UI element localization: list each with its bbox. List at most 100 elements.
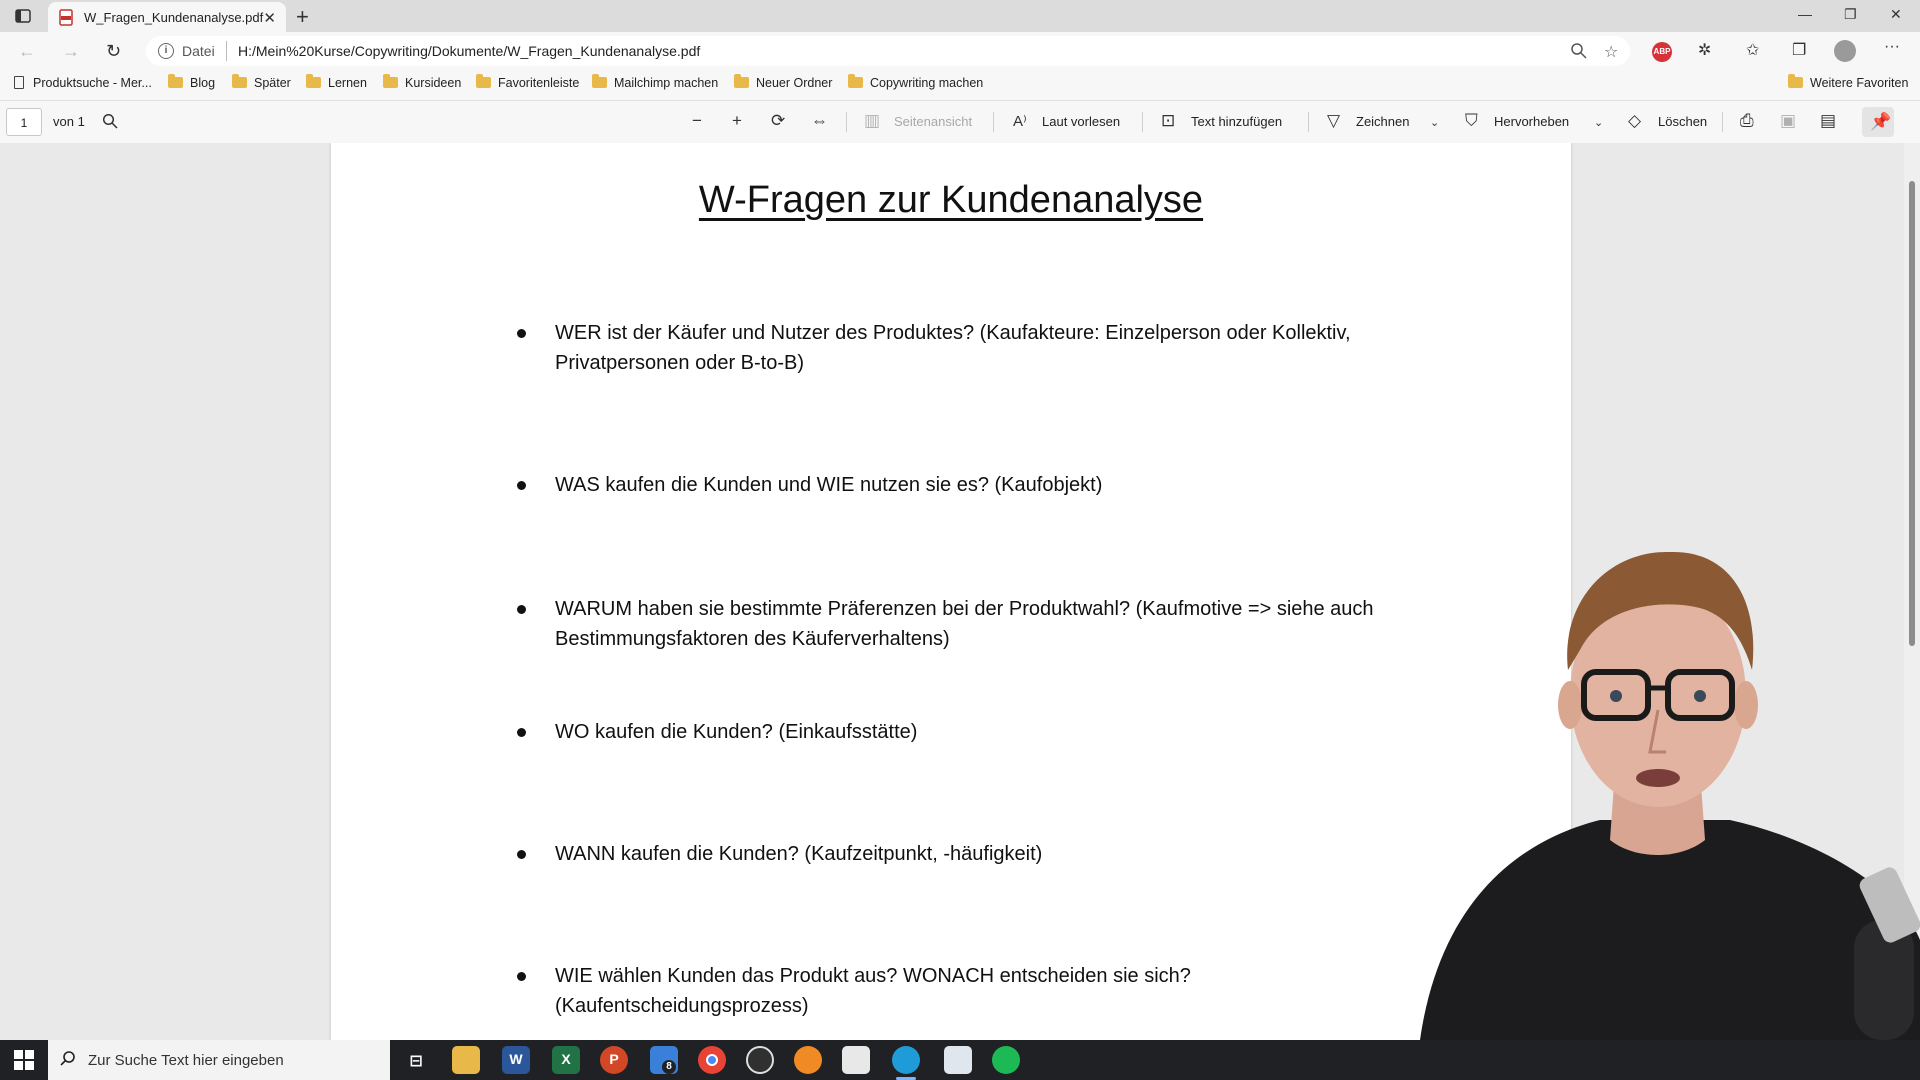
read-aloud-icon: A⁾ (1013, 113, 1027, 130)
favorites-bar: Produktsuche - Mer... Blog Später Lernen… (0, 70, 1920, 101)
save-as-icon[interactable]: ▤ (1820, 111, 1836, 131)
draw-button[interactable]: Zeichnen (1356, 114, 1409, 129)
tab-title: W_Fragen_Kundenanalyse.pdf (84, 10, 264, 25)
task-view-icon[interactable]: ⊟ (402, 1046, 430, 1074)
pdf-page: W-Fragen zur Kundenanalyse WER ist der K… (331, 143, 1571, 1040)
folder-icon (848, 74, 863, 88)
bullet-icon (517, 605, 526, 614)
app-notes-icon[interactable] (944, 1046, 972, 1074)
fit-width-icon[interactable]: ⇔ (811, 111, 828, 131)
highlight-dropdown-chevron-icon[interactable]: ⌄ (1594, 116, 1603, 129)
pdf-toolbar: 1 von 1 − + ⟳ ⇔ ▥ Seitenansicht A⁾ Laut … (0, 101, 1920, 144)
favorite-star-icon[interactable]: ☆ (1604, 42, 1618, 62)
tab-actions-icon[interactable] (14, 7, 32, 25)
close-window-button[interactable]: ✕ (1890, 6, 1902, 23)
folder-icon (383, 74, 398, 88)
app-pen-icon[interactable] (842, 1046, 870, 1074)
excel-icon[interactable]: X (552, 1046, 580, 1074)
save-icon: ▣ (1780, 111, 1797, 130)
zoom-in-icon[interactable]: + (732, 111, 742, 131)
address-row: ← → ↻ i Datei H:/Mein%20Kurse/Copywritin… (0, 32, 1920, 70)
folder-icon (476, 74, 491, 88)
folder-icon (168, 74, 183, 88)
document-title: W-Fragen zur Kundenanalyse (698, 179, 1204, 221)
favorite-item[interactable]: Mailchimp machen (592, 74, 718, 90)
tab-active[interactable]: W_Fragen_Kundenanalyse.pdf ✕ (48, 2, 286, 32)
spotify-icon[interactable] (992, 1046, 1020, 1074)
erase-button[interactable]: Löschen (1658, 114, 1707, 129)
info-icon[interactable]: i (158, 43, 174, 59)
bullet-icon (517, 329, 526, 338)
more-options-icon[interactable]: ··· (1884, 38, 1900, 56)
forward-icon[interactable]: → (62, 41, 80, 62)
rotate-icon[interactable]: ⟳ (771, 111, 785, 131)
windows-start-icon[interactable] (14, 1050, 34, 1070)
search-icon (60, 1051, 75, 1066)
word-icon[interactable]: W (502, 1046, 530, 1074)
folder-icon (592, 74, 607, 88)
file-explorer-icon[interactable] (452, 1046, 480, 1074)
search-icon[interactable] (102, 113, 118, 129)
extensions-icon[interactable]: ✲ (1698, 40, 1711, 60)
add-text-icon: ⊡ (1161, 111, 1176, 130)
toolbar-divider (993, 112, 994, 132)
draw-icon: ▽ (1327, 111, 1341, 130)
taskbar-search[interactable]: Zur Suche Text hier eingeben (48, 1040, 390, 1080)
url-text[interactable]: H:/Mein%20Kurse/Copywriting/Dokumente/W_… (238, 43, 700, 59)
zoom-icon[interactable] (1570, 42, 1588, 60)
tab-close-icon[interactable]: ✕ (263, 9, 276, 27)
chrome-icon[interactable] (698, 1046, 726, 1074)
favorite-item[interactable]: Copywriting machen (848, 74, 983, 90)
print-icon[interactable]: ⎙ (1740, 111, 1754, 131)
mail-icon[interactable]: 8 (650, 1046, 678, 1074)
eraser-icon: ◇ (1628, 111, 1642, 130)
page-count-label: von 1 (53, 114, 85, 129)
toolbar-divider (846, 112, 847, 132)
adblock-icon[interactable]: ABP (1652, 42, 1672, 62)
obs-icon[interactable] (746, 1046, 774, 1074)
url-scheme-label: Datei (182, 43, 215, 59)
page-number-input[interactable]: 1 (6, 108, 42, 136)
toolbar-divider (1308, 112, 1309, 132)
url-divider (226, 41, 227, 61)
folder-icon (232, 74, 247, 88)
page-view-button[interactable]: Seitenansicht (894, 114, 972, 129)
edge-icon[interactable] (892, 1046, 920, 1080)
pin-icon: 📌 (1870, 112, 1892, 131)
refresh-icon[interactable]: ↻ (106, 41, 121, 62)
address-bar[interactable]: i Datei H:/Mein%20Kurse/Copywriting/Doku… (146, 36, 1630, 66)
zoom-out-icon[interactable]: − (692, 111, 702, 131)
taskbar-search-input: Zur Suche Text hier eingeben (88, 1052, 284, 1069)
favorite-item[interactable]: Blog (168, 74, 215, 90)
restore-button[interactable]: ❐ (1844, 6, 1857, 23)
favorites-icon[interactable]: ✩ (1746, 40, 1759, 60)
add-text-button[interactable]: Text hinzufügen (1191, 114, 1282, 129)
favorite-item[interactable]: Neuer Ordner (734, 74, 832, 90)
favorite-item[interactable]: Lernen (306, 74, 367, 90)
profile-avatar[interactable] (1834, 40, 1856, 62)
other-favorites[interactable]: Weitere Favoriten (1788, 74, 1908, 90)
webcam-presenter-image (1420, 551, 1920, 1040)
minimize-button[interactable]: — (1798, 6, 1812, 22)
highlight-icon: ⛉ (1465, 111, 1478, 130)
new-tab-button[interactable]: + (296, 4, 309, 30)
read-aloud-button[interactable]: Laut vorlesen (1042, 114, 1120, 129)
app-orange-icon[interactable] (794, 1046, 822, 1074)
draw-dropdown-chevron-icon[interactable]: ⌄ (1430, 116, 1439, 129)
title-bar: W_Fragen_Kundenanalyse.pdf ✕ + — ❐ ✕ (0, 0, 1920, 32)
collections-icon[interactable]: ❐ (1792, 40, 1806, 60)
favorite-item[interactable]: Favoritenleiste (476, 74, 579, 90)
favorite-item[interactable]: Kursideen (383, 74, 461, 90)
folder-icon (306, 74, 321, 88)
powerpoint-icon[interactable]: P (600, 1046, 628, 1074)
pin-toolbar-button[interactable]: 📌 (1862, 107, 1894, 137)
favorite-item[interactable]: Später (232, 74, 291, 90)
bullet-icon (517, 972, 526, 981)
page-view-icon: ▥ (864, 111, 881, 130)
back-icon[interactable]: ← (18, 41, 36, 62)
favorite-item[interactable]: Produktsuche - Mer... (14, 76, 152, 90)
toolbar-divider (1722, 112, 1723, 132)
bullet-icon (517, 481, 526, 490)
highlight-button[interactable]: Hervorheben (1494, 114, 1569, 129)
folder-icon (734, 74, 749, 88)
